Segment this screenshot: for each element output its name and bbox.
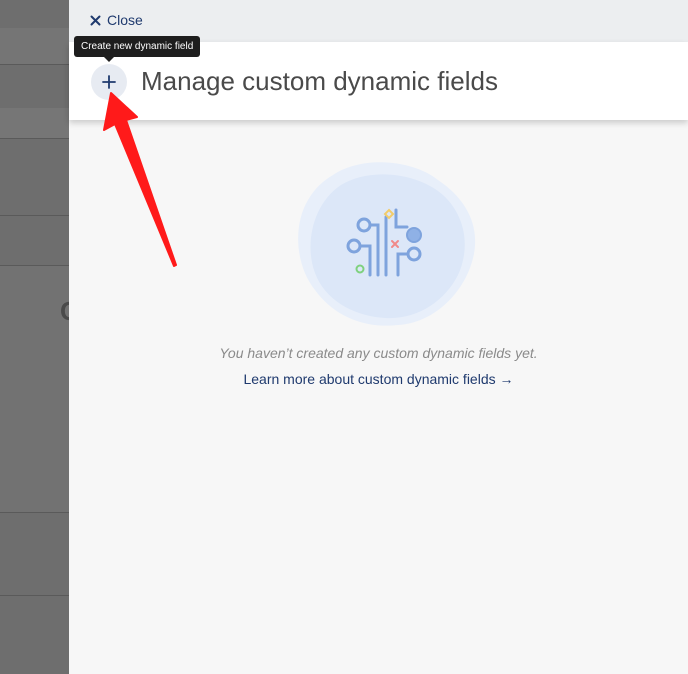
tooltip-pointer: [104, 57, 114, 62]
add-field-tooltip: Create new dynamic field: [74, 36, 201, 57]
add-dynamic-field-button[interactable]: [91, 64, 127, 100]
background-glyph: C: [60, 296, 69, 327]
empty-state-message: You haven’t created any custom dynamic f…: [219, 345, 538, 361]
page-title: Manage custom dynamic fields: [141, 66, 498, 96]
arrow-right-icon: →: [499, 371, 514, 387]
background-divider: [0, 64, 69, 65]
background-divider: [0, 215, 69, 216]
manage-fields-panel: Close Manage custom dynamic fields: [69, 0, 688, 674]
circuit-illustration-icon: [298, 162, 476, 326]
background-divider: [0, 595, 69, 596]
close-button[interactable]: Close: [90, 11, 143, 29]
learn-more-label: Learn more about custom dynamic fields: [243, 371, 496, 387]
background-divider: [0, 512, 69, 513]
learn-more-link[interactable]: Learn more about custom dynamic fields →: [69, 371, 688, 387]
background-band: [0, 28, 69, 64]
background-band: [0, 266, 69, 512]
close-icon: [90, 15, 101, 25]
close-label: Close: [107, 12, 143, 28]
background-divider: [0, 138, 69, 139]
background-band: [0, 108, 69, 138]
plus-icon: [102, 75, 116, 89]
background-app-overlay: C: [0, 0, 69, 674]
